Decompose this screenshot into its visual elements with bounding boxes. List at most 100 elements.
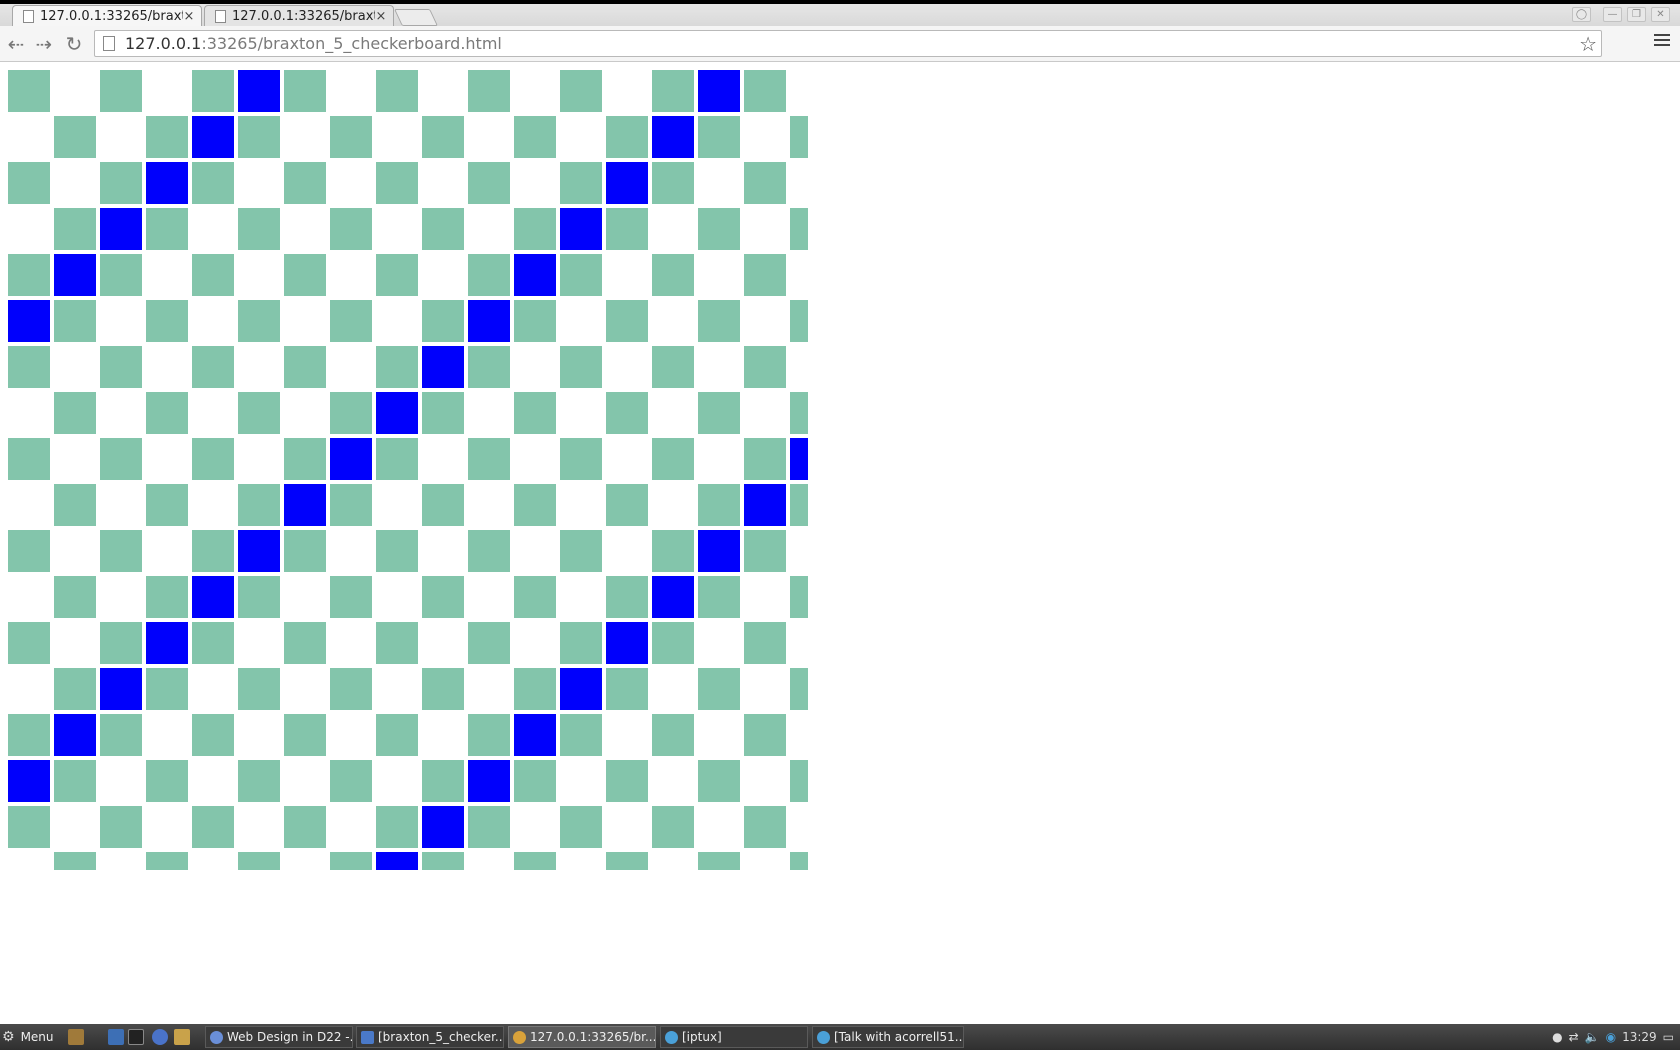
checker-square-green <box>422 484 464 526</box>
checker-square-green <box>606 484 648 526</box>
new-tab-button[interactable] <box>394 9 438 26</box>
checker-square-green <box>422 852 464 870</box>
checker-square-green <box>376 438 418 480</box>
checker-square-green <box>8 254 50 296</box>
tab-inactive[interactable]: 127.0.0.1:33265/braxt × <box>204 5 394 26</box>
checker-square-green <box>514 760 556 802</box>
checker-square-green <box>514 484 556 526</box>
checker-square-green <box>468 622 510 664</box>
page-icon <box>23 9 34 23</box>
checker-square-green <box>54 300 96 342</box>
checker-square-green <box>284 70 326 112</box>
checker-square-green <box>698 576 740 618</box>
terminal-launcher-icon[interactable] <box>128 1029 144 1045</box>
checker-square-green <box>376 806 418 848</box>
forward-arrow-icon[interactable]: ⇢ <box>32 32 56 56</box>
checker-square-green <box>284 346 326 388</box>
checker-square-green <box>238 484 280 526</box>
network-icon[interactable]: ⇄ <box>1569 1030 1579 1044</box>
checker-square-green <box>790 852 808 870</box>
checker-square-green <box>560 714 602 756</box>
minimize-icon[interactable]: — <box>1603 7 1622 22</box>
checker-square-green <box>330 760 372 802</box>
checker-square-green <box>606 116 648 158</box>
checker-square-blue <box>698 70 740 112</box>
checker-square-green <box>8 162 50 204</box>
checker-square-green <box>376 70 418 112</box>
checker-square-green <box>422 116 464 158</box>
checker-square-green <box>744 714 786 756</box>
checker-square-green <box>330 852 372 870</box>
show-desktop-icon[interactable]: ▭ <box>1663 1030 1674 1044</box>
taskbar-item[interactable]: [Talk with acorrell51... <box>812 1026 964 1048</box>
checker-square-green <box>238 668 280 710</box>
checker-square-green <box>100 806 142 848</box>
star-icon[interactable]: ☆ <box>1579 32 1597 56</box>
checker-square-green <box>560 70 602 112</box>
checker-square-green <box>744 438 786 480</box>
start-menu-button[interactable]: ⚙ Menu <box>2 1024 54 1050</box>
checker-square-green <box>468 254 510 296</box>
checker-square-green <box>652 162 694 204</box>
checker-square-green <box>330 116 372 158</box>
checker-square-green <box>100 70 142 112</box>
tab-close-icon[interactable]: × <box>375 9 387 24</box>
tab-close-icon[interactable]: × <box>183 9 195 24</box>
checker-square-green <box>192 254 234 296</box>
taskbar: ⚙ Menu Web Design in D22 -... [braxton_5… <box>0 1024 1680 1050</box>
taskbar-item-active[interactable]: 127.0.0.1:33265/br... <box>508 1026 656 1048</box>
checker-square-green <box>790 208 808 250</box>
taskbar-item[interactable]: [iptux] <box>660 1026 808 1048</box>
checker-square-green <box>376 254 418 296</box>
checker-square-green <box>606 576 648 618</box>
messenger-icon[interactable]: ◉ <box>1606 1030 1616 1044</box>
checker-square-green <box>54 668 96 710</box>
checker-square-green <box>560 530 602 572</box>
checker-square-green <box>54 576 96 618</box>
file-manager-launcher-icon[interactable] <box>68 1029 84 1045</box>
checker-square-green <box>146 668 188 710</box>
taskbar-item-label: [Talk with acorrell51... <box>834 1030 964 1044</box>
checker-square-green <box>790 300 808 342</box>
checker-square-green <box>560 438 602 480</box>
checker-square-green <box>698 852 740 870</box>
checker-square-green <box>238 760 280 802</box>
browser-toolbar: ⇠ ⇢ ↻ 127.0.0.1:33265/braxton_5_checkerb… <box>0 26 1680 62</box>
checker-square-green <box>146 392 188 434</box>
checker-square-green <box>54 116 96 158</box>
restore-icon[interactable]: ❐ <box>1627 7 1646 22</box>
start-menu-label: Menu <box>20 1030 54 1044</box>
checker-square-green <box>8 806 50 848</box>
system-tray: ● ⇄ 🔈 ◉ 13:29 ▭ <box>1552 1024 1674 1050</box>
user-icon[interactable]: ● <box>1552 1030 1562 1044</box>
tab-active[interactable]: 127.0.0.1:33265/braxt × <box>12 5 202 26</box>
browser-launcher-icon[interactable] <box>152 1029 168 1045</box>
checker-square-green <box>468 346 510 388</box>
hamburger-menu-icon[interactable] <box>1654 34 1670 49</box>
address-bar[interactable]: 127.0.0.1:33265/braxton_5_checkerboard.h… <box>94 30 1602 57</box>
reload-icon[interactable]: ↻ <box>62 32 86 56</box>
user-profile-icon[interactable]: ◯ <box>1572 7 1591 22</box>
checker-square-blue <box>146 622 188 664</box>
back-arrow-icon[interactable]: ⇠ <box>4 32 28 56</box>
checker-square-blue <box>468 760 510 802</box>
checker-square-blue <box>8 760 50 802</box>
checker-square-blue <box>698 530 740 572</box>
checker-square-green <box>284 162 326 204</box>
gear-icon: ⚙ <box>2 1029 15 1045</box>
taskbar-item[interactable]: [braxton_5_checker... <box>356 1026 504 1048</box>
checker-square-green <box>8 714 50 756</box>
checker-square-green <box>8 438 50 480</box>
checker-square-green <box>698 392 740 434</box>
volume-icon[interactable]: 🔈 <box>1585 1030 1600 1044</box>
window-launcher-icon[interactable] <box>108 1029 124 1045</box>
checker-square-green <box>146 208 188 250</box>
window-icon <box>361 1030 374 1044</box>
folder-launcher-icon[interactable] <box>174 1029 190 1045</box>
checker-square-green <box>238 576 280 618</box>
checker-square-green <box>468 714 510 756</box>
close-window-icon[interactable]: ✕ <box>1651 7 1670 22</box>
checker-square-green <box>146 852 188 870</box>
checker-square-green <box>146 760 188 802</box>
taskbar-item[interactable]: Web Design in D22 -... <box>205 1026 353 1048</box>
